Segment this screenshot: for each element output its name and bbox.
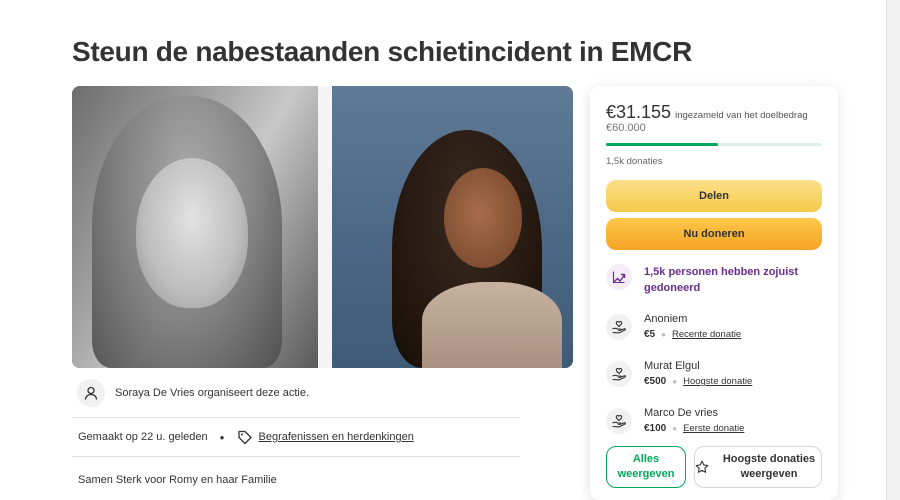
see-all-button[interactable]: Alles weergeven (606, 446, 686, 488)
donor-name: Marco De vries (644, 407, 718, 419)
top-donations-label: Hoogste donaties weergeven (722, 453, 816, 480)
donor-item: Murat Elgul €500 ● Hoogste donatie (606, 357, 826, 391)
donor-amount: €5 (644, 329, 656, 340)
donation-type-link[interactable]: Recente donatie (672, 327, 741, 343)
divider (72, 456, 520, 457)
hero-photo-left (72, 86, 318, 368)
meta-separator: ● (219, 432, 225, 442)
meta-separator: ● (672, 424, 678, 433)
heart-hand-icon (606, 314, 632, 340)
created-time: Gemaakt op 22 u. geleden (78, 431, 208, 443)
donor-item: Marco De vries €100 ● Eerste donatie (606, 404, 826, 438)
star-icon (695, 460, 709, 474)
donation-panel: €31.155 ingezameld van het doelbedrag €60… (590, 86, 838, 500)
page-title: Steun de nabestaanden schietincident in … (72, 36, 693, 67)
donation-type-link[interactable]: Eerste donatie (683, 421, 744, 437)
donate-button[interactable]: Nu doneren (606, 218, 822, 250)
person-icon (77, 379, 105, 407)
raised-line: €31.155 ingezameld van het doelbedrag (606, 102, 808, 123)
hero-photo-right (332, 86, 573, 368)
meta-separator: ● (672, 377, 678, 386)
meta-separator: ● (661, 330, 666, 339)
share-button[interactable]: Delen (606, 180, 822, 212)
donor-item: Anoniem €5 ● Recente donatie (606, 310, 826, 344)
hero-photo-divider (318, 86, 332, 368)
progress-bar (606, 143, 822, 146)
story-intro: Samen Sterk voor Romy en haar Familie (78, 474, 277, 486)
raised-amount: €31.155 (606, 102, 672, 122)
donation-type-link[interactable]: Hoogste donatie (683, 374, 752, 390)
donor-amount: €500 (644, 376, 667, 387)
trending-up-icon (606, 264, 632, 290)
trending-notice: 1,5k personen hebben zojuist gedoneerd (606, 264, 826, 304)
heart-hand-icon (606, 408, 632, 434)
page-scroll-edge (886, 0, 900, 500)
heart-hand-icon (606, 361, 632, 387)
donor-amount: €100 (644, 423, 667, 434)
top-donations-button[interactable]: Hoogste donaties weergeven (694, 446, 822, 488)
campaign-hero-image (72, 86, 573, 368)
campaign-meta: Gemaakt op 22 u. geleden ● Begrafenissen… (78, 428, 520, 446)
progress-fill (606, 143, 719, 146)
organizer-text: Soraya De Vries organiseert deze actie. (115, 387, 310, 399)
goal-amount: €60.000 (606, 122, 646, 134)
donor-name: Anoniem (644, 313, 688, 325)
tag-icon (237, 429, 253, 445)
donation-count: 1,5k donaties (606, 156, 663, 167)
category-link[interactable]: Begrafenissen en herdenkingen (259, 431, 414, 443)
organizer-row: Soraya De Vries organiseert deze actie. (77, 378, 520, 408)
divider (72, 417, 520, 418)
see-all-label: Alles weergeven (617, 453, 675, 480)
trending-text: 1,5k personen hebben zojuist gedoneerd (644, 266, 799, 294)
raised-suffix: ingezameld van het doelbedrag (675, 110, 808, 121)
donor-name: Murat Elgul (644, 360, 700, 372)
